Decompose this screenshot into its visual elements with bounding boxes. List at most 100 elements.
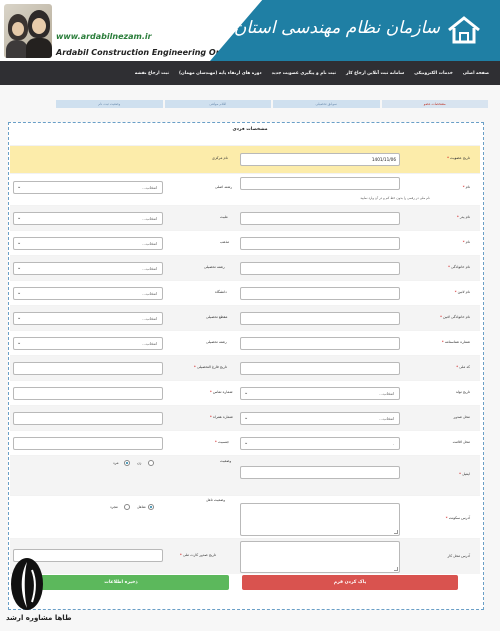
residence-select[interactable]: ⌄. — [240, 437, 400, 450]
row-lastname-en: نام خانوادگی لاتین * مقطع تحصیلی ⌄ انتخاب… — [10, 305, 480, 330]
org-logo-icon — [448, 16, 480, 44]
grad-date-label: تاریخ فارغ التحصیلی * — [194, 365, 227, 369]
step-member-info[interactable]: مشخصات عضو — [381, 100, 488, 108]
radio-male-label: مرد — [113, 461, 119, 465]
phone-label: شماره تماس * — [210, 390, 233, 394]
site-url[interactable]: www.ardabilnezam.ir — [56, 32, 152, 41]
row-residence: محل اقامت ⌄. جنسیت * — [10, 430, 480, 455]
header-portraits-image — [4, 4, 52, 58]
birth-place-select[interactable]: ⌄ انتخاب... — [240, 387, 400, 400]
form-steps: مشخصات عضو سوابق تحصیلی اقلام مولفی وضعی… — [56, 100, 488, 108]
site-header: www.ardabilnezam.ir Ardabil Construction… — [0, 0, 500, 61]
reset-form-button[interactable]: پاک کردن فرم — [242, 575, 458, 590]
row-work-address: آدرس محل کار تاریخ صدور کارت ملی * — [10, 538, 480, 574]
watermark-logo-icon — [11, 558, 43, 610]
row-issue-place: محل صدور ⌄ انتخاب... شماره همراه * — [10, 405, 480, 430]
gender-label: جنسیت * — [215, 440, 230, 444]
edu-field-label: رشته تحصیلی — [206, 340, 227, 344]
watermark-text: طاها مشاوره ارشد — [6, 614, 72, 622]
nav-membership[interactable]: ثبت نام و پیگیری عضویت جدید — [267, 71, 341, 76]
row-name: نام * نام ملی در رقمی را بدون خط کم و در… — [10, 173, 480, 205]
nav-online-referral[interactable]: سامانه ثبت آنلاین ارجاع کار — [341, 71, 409, 76]
national-code-label: کد ملی * — [456, 365, 470, 369]
work-address-textarea[interactable] — [240, 541, 400, 573]
firstname-label: نام * — [462, 240, 470, 244]
address-label: آدرس سکونت * — [445, 516, 470, 520]
step-items[interactable]: اقلام مولفی — [164, 100, 271, 108]
national-code-input[interactable] — [240, 362, 400, 375]
email-label: ایمیل * — [459, 472, 470, 476]
work-address-label: آدرس محل کار — [447, 554, 470, 558]
university-label: دانشگاه — [215, 290, 227, 294]
radio-married-label: متاهل — [137, 505, 146, 509]
id-no-input[interactable] — [240, 337, 400, 350]
firstname-en-label: نام لاتین * — [454, 290, 470, 294]
university-select[interactable]: ⌄ انتخاب... — [13, 287, 163, 300]
main-nav: صفحه اصلی خدمات الکترونیکی سامانه ثبت آن… — [0, 61, 500, 85]
firstname-input[interactable] — [240, 237, 400, 250]
married-status-label: وضعیت تاهل — [206, 498, 225, 502]
name-label: نام * — [462, 185, 470, 189]
row-firstname: نام * مذهب ⌄ انتخاب... — [10, 230, 480, 255]
phone-input[interactable] — [13, 387, 163, 400]
name-hint: نام ملی در رقمی را بدون خط کم و در آن وا… — [360, 196, 430, 200]
row-firstname-en: نام لاتین * دانشگاه ⌄ انتخاب... — [10, 280, 480, 305]
nationality-select[interactable]: ⌄ انتخاب... — [13, 212, 163, 225]
row-birth-date: تاریخ تولد ⌄ انتخاب... شماره تماس * — [10, 380, 480, 405]
address-textarea[interactable] — [240, 503, 400, 536]
email-input[interactable] — [240, 466, 400, 479]
father-input[interactable] — [240, 212, 400, 225]
issue-place-label: محل صدور — [453, 415, 470, 419]
radio-female-label: زن — [137, 461, 142, 465]
step-education[interactable]: سوابق تحصیلی — [273, 100, 380, 108]
lastname-input[interactable] — [240, 262, 400, 275]
row-father: نام پدر * ملیت ⌄ انتخاب... — [10, 205, 480, 230]
date-input[interactable]: 1401/11/06 — [240, 153, 400, 166]
name-input[interactable] — [240, 177, 400, 190]
nav-e-services[interactable]: خدمات الکترونیکی — [409, 71, 458, 76]
edu-field-select[interactable]: ⌄ انتخاب... — [13, 337, 163, 350]
religion-select[interactable]: ⌄ انتخاب... — [13, 237, 163, 250]
major-label: رشته اصلی — [215, 185, 233, 189]
edu-level-select[interactable]: ⌄ انتخاب... — [13, 312, 163, 325]
radio-married[interactable] — [148, 504, 154, 510]
edu-major-label: رشته تحصیلی — [204, 265, 225, 269]
row-membership-date: تاریخ عضویت * 1401/11/06 نام مرکزی — [10, 145, 480, 173]
firstname-en-input[interactable] — [240, 287, 400, 300]
foreign-date-label: تاریخ صدور کارت ملی * — [180, 553, 216, 557]
edu-major-select[interactable]: ⌄ انتخاب... — [13, 262, 163, 275]
gender-input[interactable] — [13, 437, 163, 450]
nationality-label: ملیت — [220, 215, 228, 219]
row-national-code: کد ملی * تاریخ فارغ التحصیلی * — [10, 355, 480, 380]
nav-map-referral[interactable]: ثبت ارجاع نقشه — [130, 71, 174, 76]
residence-label: محل اقامت — [452, 440, 470, 444]
edu-level-label: مقطع تحصیلی — [206, 315, 228, 319]
row-address: آدرس سکونت * وضعیت تاهل متاهل مجرد — [10, 495, 480, 538]
row-id-number: شماره شناسنامه * رشته تحصیلی ⌄ انتخاب... — [10, 330, 480, 355]
father-label: نام پدر * — [456, 215, 470, 219]
id-no-label: شماره شناسنامه * — [441, 340, 470, 344]
org-name-persian: سازمان نظام مهندسی استان اردبیل — [185, 18, 440, 38]
mobile-label: شماره همراه * — [210, 415, 233, 419]
marital-label: وضعیت — [220, 459, 232, 463]
ref-label: نام مرکزی — [212, 156, 228, 160]
row-lastname: نام خانوادگی * رشته تحصیلی ⌄ انتخاب... — [10, 255, 480, 280]
nav-courses[interactable]: دوره های ارتقاء پایه (مهندسان مهمان) — [174, 71, 267, 76]
nav-home[interactable]: صفحه اصلی — [458, 71, 494, 76]
birth-date-label: تاریخ تولد — [455, 390, 470, 394]
step-status[interactable]: وضعیت ثبت نام — [56, 100, 163, 108]
radio-male[interactable] — [124, 460, 130, 466]
issue-place-select[interactable]: ⌄ انتخاب... — [240, 412, 400, 425]
radio-female[interactable] — [148, 460, 154, 466]
date-label: تاریخ عضویت * — [447, 156, 470, 160]
radio-single[interactable] — [124, 504, 130, 510]
major-select[interactable]: ⌄ انتخاب... — [13, 181, 163, 194]
lastname-en-input[interactable] — [240, 312, 400, 325]
form-title: مشخصات فردی — [232, 127, 268, 132]
radio-single-label: مجرد — [110, 505, 118, 509]
lastname-label: نام خانوادگی * — [448, 265, 470, 269]
grad-date-input[interactable] — [13, 362, 163, 375]
lastname-en-label: نام خانوادگی لاتین * — [440, 315, 470, 319]
mobile-input[interactable] — [13, 412, 163, 425]
row-email: ایمیل * وضعیت زن مرد — [10, 455, 480, 495]
